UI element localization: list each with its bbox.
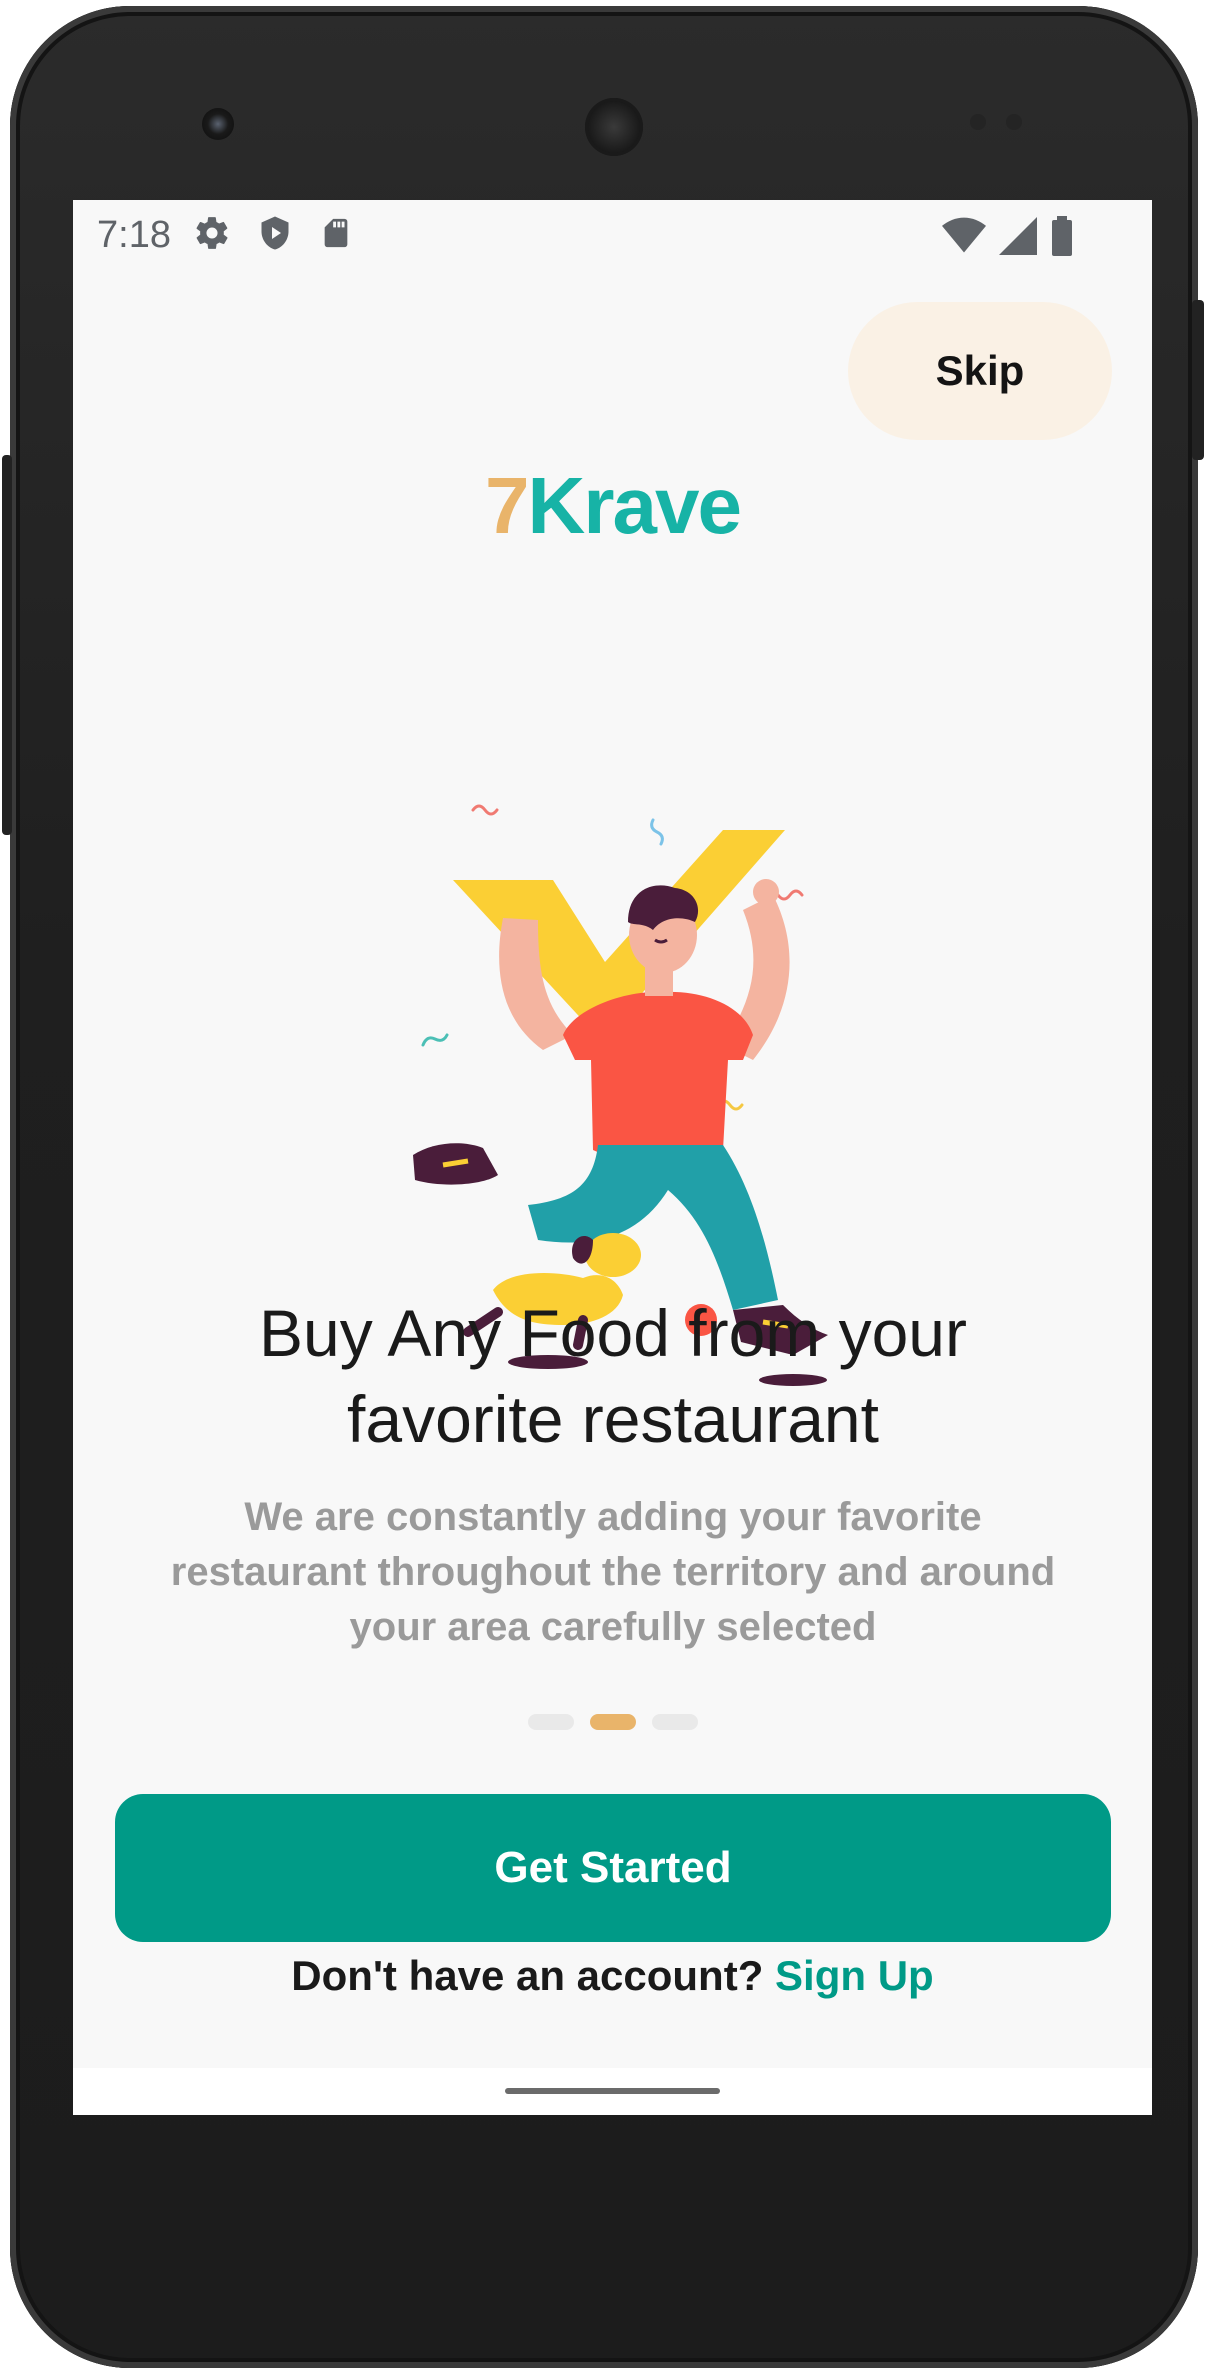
- proximity-sensor: [970, 114, 986, 130]
- skip-button[interactable]: Skip: [848, 302, 1112, 440]
- page-dot-1[interactable]: [527, 1714, 574, 1730]
- description-line-2: restaurant throughout the territory and …: [170, 1550, 1056, 1594]
- title-line-1: Buy Any Food from your: [259, 1296, 967, 1370]
- description-line-1: We are constantly adding your favorite: [244, 1495, 982, 1539]
- signup-prompt-row: Don't have an account? Sign Up: [73, 1952, 1152, 2000]
- logo-numeral: 7: [485, 461, 529, 550]
- sd-card-icon: [319, 214, 353, 256]
- page-indicator: [73, 1714, 1152, 1730]
- status-right-icons: [942, 216, 1074, 260]
- shield-play-icon: [257, 214, 293, 256]
- home-indicator[interactable]: [505, 2088, 720, 2094]
- light-sensor: [1006, 114, 1022, 130]
- wifi-icon: [942, 217, 986, 259]
- earpiece-speaker: [585, 98, 643, 156]
- page-dot-2-active[interactable]: [589, 1714, 636, 1730]
- signal-icon: [998, 217, 1038, 259]
- page-dot-3[interactable]: [651, 1714, 698, 1730]
- logo-word: Krave: [527, 461, 742, 550]
- sign-up-link[interactable]: Sign Up: [775, 1952, 934, 1999]
- phone-frame: 7:18 Skip 7Krave Buy Any Food from your …: [10, 6, 1198, 2368]
- battery-icon: [1050, 216, 1074, 260]
- status-time: 7:18: [97, 213, 171, 256]
- volume-button: [2, 455, 12, 835]
- description-line-3: your area carefully selected: [349, 1605, 877, 1649]
- onboarding-title: Buy Any Food from your favorite restaura…: [113, 1290, 1113, 1462]
- front-camera: [202, 108, 234, 140]
- get-started-button[interactable]: Get Started: [115, 1794, 1111, 1942]
- settings-icon: [193, 214, 231, 256]
- app-logo: 7Krave: [73, 460, 1152, 552]
- title-line-2: favorite restaurant: [347, 1382, 879, 1456]
- signup-prompt-text: Don't have an account?: [291, 1952, 764, 1999]
- onboarding-description: We are constantly adding your favorite r…: [113, 1490, 1113, 1655]
- status-bar: 7:18: [73, 200, 1152, 270]
- power-button: [1192, 300, 1204, 460]
- app-screen: 7:18 Skip 7Krave Buy Any Food from your …: [73, 200, 1152, 2115]
